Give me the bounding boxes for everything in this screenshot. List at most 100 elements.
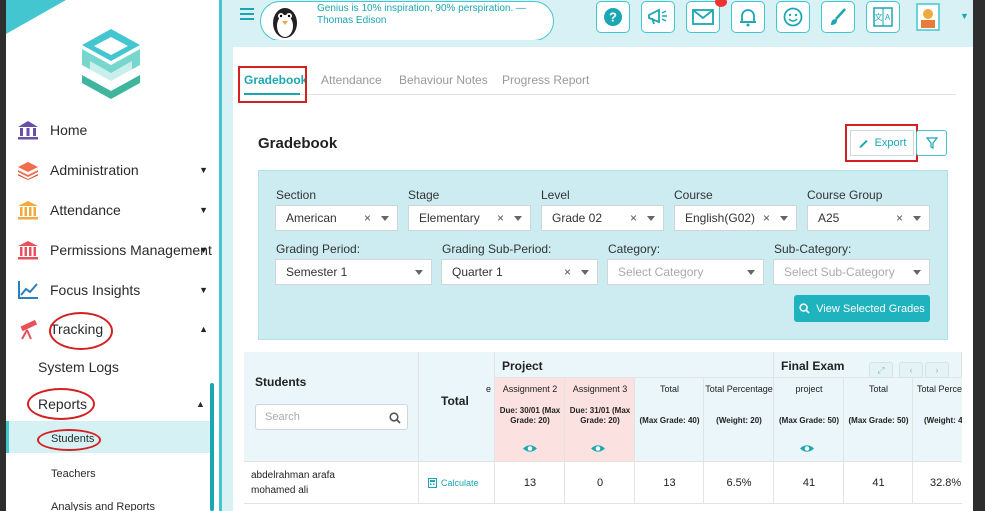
view-selected-grades-button[interactable]: View Selected Grades — [794, 295, 930, 322]
course-label: Course — [674, 188, 713, 202]
dropdown-arrow-icon — [913, 215, 921, 221]
sidebar-item-label: Home — [50, 122, 88, 138]
dropdown-arrow-icon — [581, 269, 589, 275]
clear-icon[interactable]: × — [497, 211, 504, 225]
grade-value[interactable]: 41 — [774, 477, 844, 489]
tab-progress-report[interactable]: Progress Report — [502, 73, 589, 87]
sidebar-scrollbar[interactable] — [210, 383, 214, 511]
sidebar-item-label: Attendance — [50, 202, 121, 218]
student-name: abdelrahman arafa mohamed ali — [251, 470, 335, 496]
dropdown-arrow-icon — [647, 215, 655, 221]
dropdown-arrow-icon — [780, 215, 788, 221]
column-header-label: Total — [659, 384, 679, 394]
tab-behaviour-notes[interactable]: Behaviour Notes — [399, 73, 488, 87]
sidebar-item-label: Focus Insights — [50, 282, 141, 298]
sidebar-item-attendance[interactable]: Attendance ▼ — [16, 197, 216, 223]
scroll-right-button[interactable]: › — [925, 362, 949, 378]
bell-icon[interactable] — [731, 1, 765, 33]
annotation-box — [238, 66, 307, 103]
translate-icon[interactable]: 文A — [866, 1, 900, 33]
quote-text: Genius is 10% inspiration, 90% perspirat… — [317, 3, 526, 26]
sidebar-item-administration[interactable]: Administration ▼ — [16, 157, 216, 183]
scroll-left-button[interactable]: ‹ — [899, 362, 923, 378]
level-label: Level — [541, 188, 570, 202]
telescope-icon — [16, 318, 40, 340]
clear-icon[interactable]: × — [630, 211, 637, 225]
sidebar-item-label: Permissions Management — [50, 242, 212, 258]
app-logo — [82, 29, 140, 99]
grading-sub-period-label: Grading Sub-Period: — [442, 242, 552, 256]
students-header: Students — [255, 375, 307, 389]
clear-icon[interactable]: × — [364, 211, 371, 225]
clear-icon[interactable]: × — [896, 211, 903, 225]
chevron-down-icon[interactable]: ▼ — [960, 11, 969, 21]
sidebar-item-system-logs[interactable]: System Logs — [38, 359, 119, 375]
sub-category-select[interactable]: Select Sub-Category — [773, 259, 930, 285]
page-title: Gradebook — [258, 135, 338, 152]
help-icon[interactable]: ? — [596, 1, 630, 33]
stage-select[interactable]: Elementary × — [408, 205, 531, 231]
chevron-down-icon: ▼ — [199, 285, 208, 295]
sidebar-item-permissions-management[interactable]: Permissions Management ▼ — [16, 237, 216, 263]
bank-icon — [16, 119, 40, 141]
course-select[interactable]: English(G02) × — [674, 205, 797, 231]
stage-value: Elementary — [419, 211, 480, 225]
section-value: American — [286, 211, 337, 225]
grade-value[interactable]: 0 — [565, 477, 635, 489]
tabs-divider — [244, 94, 956, 95]
grade-value: 6.5% — [726, 477, 752, 489]
chevron-up-icon: ▲ — [199, 324, 208, 334]
expand-icon[interactable]: ⤢ — [869, 362, 893, 378]
calculator-icon — [428, 478, 437, 488]
sidebar-item-tracking[interactable]: Tracking ▲ — [16, 316, 216, 342]
grade-value: 41 — [872, 477, 885, 489]
sidebar-item-focus-insights[interactable]: Focus Insights ▼ — [16, 277, 216, 303]
clear-icon[interactable]: × — [763, 211, 770, 225]
sidebar-item-home[interactable]: Home — [16, 117, 216, 143]
user-avatar[interactable] — [911, 1, 945, 33]
clear-icon[interactable]: × — [564, 265, 571, 279]
building-icon — [16, 199, 40, 221]
project-group-label: Project — [502, 359, 543, 373]
filter-button[interactable] — [916, 130, 947, 156]
megaphone-icon[interactable] — [641, 1, 675, 33]
category-label: Category: — [608, 242, 661, 256]
column-header-sub: (Max Grade: 50) — [848, 416, 909, 425]
dropdown-arrow-icon — [514, 215, 522, 221]
filter-icon — [925, 137, 938, 149]
chevron-down-icon: ▼ — [199, 205, 208, 215]
calculate-button[interactable]: Calculate — [428, 478, 479, 488]
tab-attendance[interactable]: Attendance — [321, 73, 382, 87]
course-group-select[interactable]: A25 × — [807, 205, 930, 231]
dropdown-arrow-icon — [747, 269, 755, 275]
grade-value[interactable]: 13 — [495, 477, 565, 489]
grading-period-value: Semester 1 — [286, 265, 348, 279]
grade-value: 13 — [663, 477, 676, 489]
course-value: English(G02) — [685, 211, 756, 225]
grading-sub-period-select[interactable]: Quarter 1 × — [441, 259, 598, 285]
institution-icon — [16, 239, 40, 261]
eye-icon[interactable] — [799, 443, 815, 454]
smiley-icon[interactable] — [776, 1, 810, 33]
column-header-sub: (Weight: 4 — [924, 416, 962, 425]
mail-icon[interactable] — [686, 1, 720, 33]
dropdown-arrow-icon — [381, 215, 389, 221]
line-chart-icon — [16, 279, 40, 301]
total-header: Total — [441, 394, 469, 408]
annotation-circle — [37, 429, 101, 451]
layers-icon — [16, 159, 40, 181]
grading-period-select[interactable]: Semester 1 — [275, 259, 432, 285]
sidebar-item-teachers[interactable]: Teachers — [51, 468, 96, 480]
column-header-label: Assignment 3 — [572, 384, 628, 394]
category-select[interactable]: Select Category — [607, 259, 764, 285]
column-header-sub: (Max Grade: 50) — [778, 416, 840, 425]
level-select[interactable]: Grade 02 × — [541, 205, 664, 231]
section-select[interactable]: American × — [275, 205, 398, 231]
column-header-sub: Due: 30/01 (Max Grade: 20) — [499, 406, 561, 425]
sidebar-item-analysis-and-reports[interactable]: Analysis and Reports — [51, 501, 155, 511]
student-search-input[interactable]: Search — [255, 404, 408, 430]
menu-icon[interactable] — [240, 8, 254, 22]
paintbrush-icon[interactable] — [821, 1, 855, 33]
eye-icon[interactable] — [522, 443, 538, 454]
eye-icon[interactable] — [590, 443, 606, 454]
